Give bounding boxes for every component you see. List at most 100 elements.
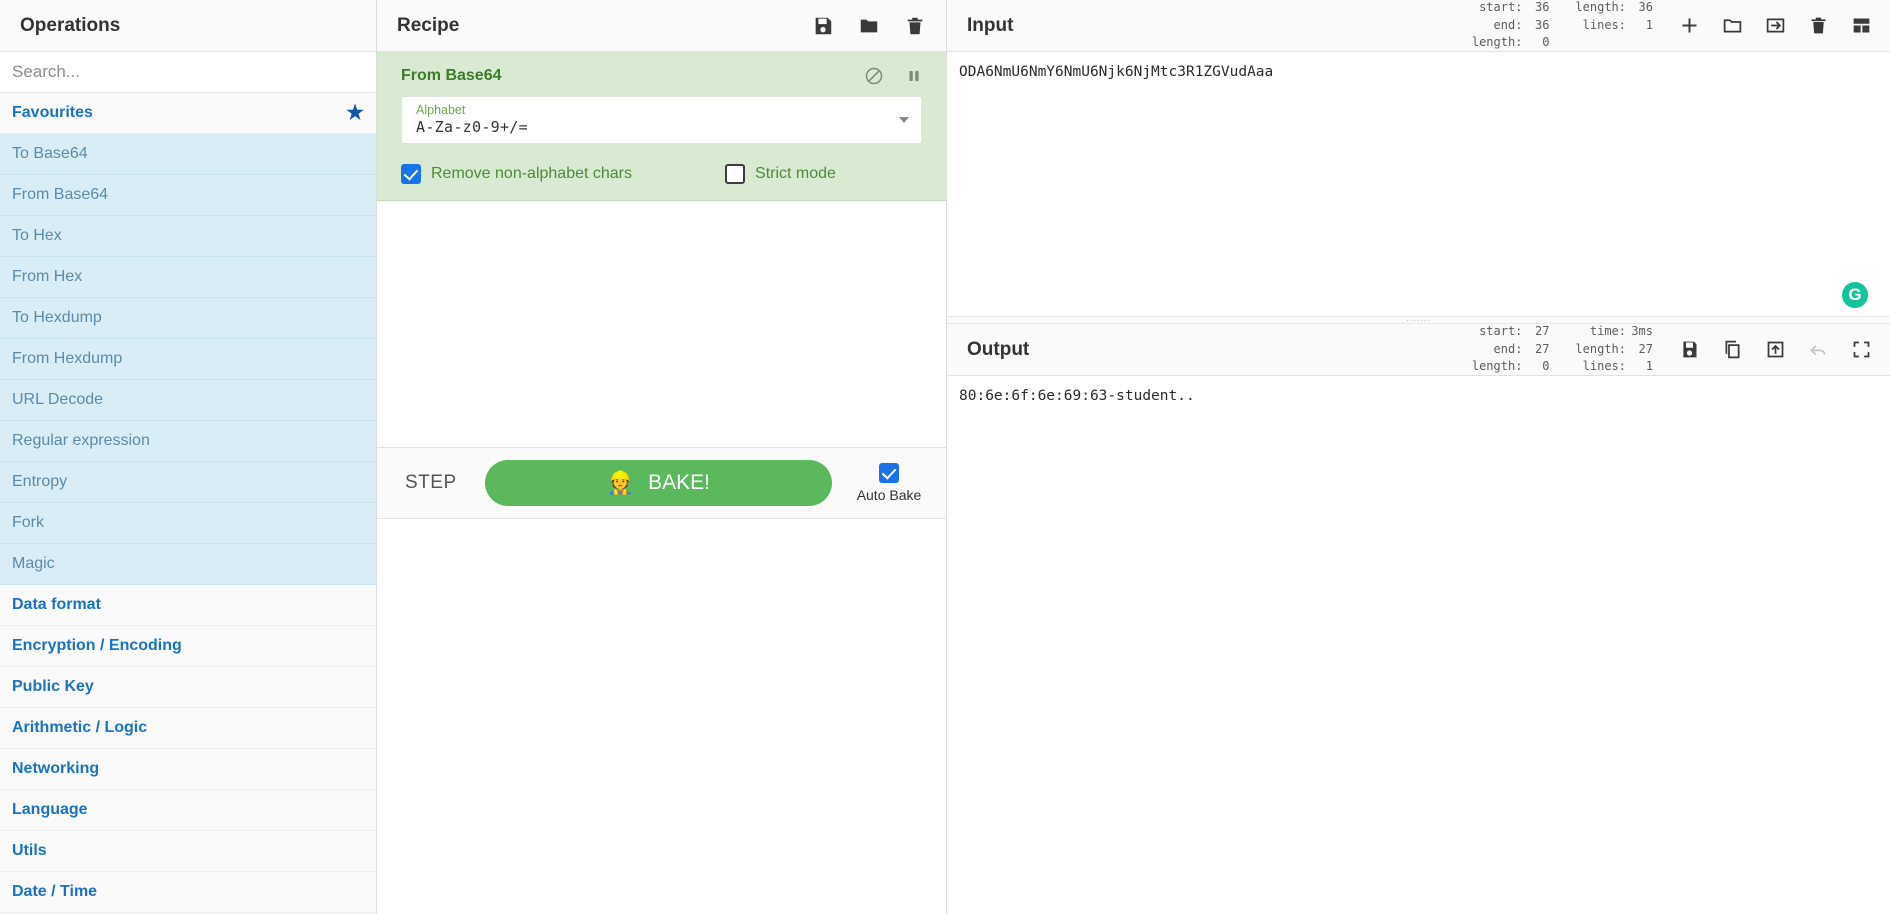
recipe-body[interactable]: From Base64 Alphabet A-Za-z0-9+/= Remove…	[377, 52, 946, 447]
step-button[interactable]: STEP	[395, 466, 467, 500]
output-header: Output start: 27 end: 27 length: 0 time: 3ms le…	[947, 324, 1890, 376]
grammarly-icon[interactable]: G	[1842, 282, 1868, 308]
category-header[interactable]: Encryption / Encoding	[0, 626, 376, 667]
tabs-icon[interactable]	[1851, 15, 1872, 36]
strict-mode-checkbox[interactable]	[725, 164, 746, 184]
operation-item[interactable]: Fork	[0, 503, 376, 544]
operation-item[interactable]: Magic	[0, 544, 376, 585]
alphabet-label: Alphabet	[416, 102, 466, 117]
folder-icon[interactable]	[1722, 15, 1743, 36]
open-folder-as-input-icon[interactable]	[1765, 15, 1786, 36]
operation-item[interactable]: From Base64	[0, 175, 376, 216]
auto-bake-group[interactable]: Auto Bake	[850, 463, 928, 503]
stat-line: lines: 1	[1575, 17, 1653, 34]
favourites-items: To Base64 From Base64 To Hex From Hex To Hex…	[0, 134, 376, 585]
category-header[interactable]: Networking	[0, 749, 376, 790]
stat-key: end:	[1493, 17, 1523, 32]
operation-name: From Base64	[401, 67, 502, 84]
operation-item[interactable]: To Hex	[0, 216, 376, 257]
disable-icon[interactable]	[864, 66, 884, 86]
output-title: Output	[967, 338, 1030, 360]
category-header[interactable]: Public Key	[0, 667, 376, 708]
chevron-down-icon[interactable]	[899, 117, 909, 123]
category-favourites-label: Favourites	[12, 104, 93, 121]
operation-item[interactable]: From Hexdump	[0, 339, 376, 380]
stat-line: end: 27	[1472, 341, 1550, 358]
operation-item[interactable]: From Hex	[0, 257, 376, 298]
stat-value: 1	[1645, 17, 1653, 32]
stat-line: length: 36	[1575, 0, 1653, 17]
plus-icon[interactable]	[1679, 15, 1700, 36]
stat-value: 0	[1542, 359, 1550, 374]
recipe-operation-from-base64[interactable]: From Base64 Alphabet A-Za-z0-9+/= Remove…	[377, 52, 946, 201]
replace-input-icon[interactable]	[1765, 339, 1786, 360]
output-section: Output start: 27 end: 27 length: 0 time: 3ms le…	[947, 324, 1890, 914]
category-header[interactable]: Date / Time	[0, 872, 376, 913]
stat-key: end:	[1493, 341, 1523, 356]
stat-line: length: 0	[1472, 34, 1550, 51]
category-label: Utils	[12, 842, 47, 859]
trash-icon[interactable]	[1808, 15, 1829, 36]
category-header[interactable]: Data format	[0, 585, 376, 626]
category-favourites[interactable]: Favourites ★	[0, 93, 376, 134]
input-title: Input	[967, 14, 1014, 36]
breakpoint-icon[interactable]	[904, 66, 924, 86]
maximise-icon[interactable]	[1851, 339, 1872, 360]
category-header[interactable]: Utils	[0, 831, 376, 872]
input-textarea[interactable]: ODA6NmU6NmY6NmU6Njk6NjMtc3R1ZGVudAaa	[947, 52, 1890, 316]
stat-value: 36	[1534, 17, 1550, 32]
operation-item[interactable]: To Base64	[0, 134, 376, 175]
stat-key: length:	[1575, 341, 1626, 356]
strict-mode-label[interactable]: Strict mode	[755, 165, 836, 183]
strict-mode-group[interactable]: Strict mode	[725, 164, 836, 184]
stat-value: 0	[1542, 35, 1550, 50]
bake-button[interactable]: 👷 BAKE!	[484, 460, 832, 506]
save-icon[interactable]	[1679, 339, 1700, 360]
folder-icon[interactable]	[858, 15, 880, 37]
stat-key: start:	[1479, 0, 1523, 15]
trash-icon[interactable]	[904, 15, 926, 37]
alphabet-value: A-Za-z0-9+/=	[416, 118, 528, 137]
category-label: Public Key	[12, 678, 94, 695]
stat-key: length:	[1575, 0, 1626, 15]
stat-line: time: 3ms	[1575, 323, 1653, 340]
category-items: Data format Encryption / Encoding Public K…	[0, 585, 376, 913]
operation-item[interactable]: Regular expression	[0, 421, 376, 462]
stat-key: length:	[1471, 35, 1523, 50]
alphabet-field[interactable]: Alphabet A-Za-z0-9+/=	[401, 96, 922, 144]
recipe-pane: Recipe From Base64 Alphabet A-Za-z0-9+/=…	[377, 0, 947, 914]
output-stats: start: 27 end: 27 length: 0 time: 3ms length: 27…	[1472, 323, 1653, 375]
stat-key: lines:	[1582, 17, 1626, 32]
copy-icon[interactable]	[1722, 339, 1743, 360]
search-input[interactable]	[0, 52, 376, 92]
star-icon: ★	[346, 102, 364, 124]
category-header[interactable]: Arithmetic / Logic	[0, 708, 376, 749]
output-stats-col1: start: 27 end: 27 length: 0	[1472, 323, 1550, 375]
category-header[interactable]: Language	[0, 790, 376, 831]
operations-pane: Operations Favourites ★ To Base64From Ba…	[0, 0, 377, 914]
remove-non-alphabet-chars-label[interactable]: Remove non-alphabet chars	[431, 165, 632, 183]
stat-value: 27	[1638, 341, 1653, 356]
stat-key: time:	[1589, 324, 1626, 339]
remove-non-alphabet-chars-checkbox[interactable]	[401, 164, 421, 184]
output-text-line: 80:6e:6f:6e:69:63-student..	[959, 388, 1195, 404]
stat-key: start:	[1479, 324, 1523, 339]
operation-checkbox-row: Remove non-alphabet chars Strict mode	[377, 156, 946, 184]
remove-non-alphabet-chars-group[interactable]: Remove non-alphabet chars	[401, 164, 632, 184]
save-icon[interactable]	[812, 15, 834, 37]
io-splitter[interactable]: ∙∙∙∙∙∙∙	[947, 315, 1890, 324]
auto-bake-checkbox[interactable]	[879, 463, 899, 483]
stat-value: 27	[1534, 341, 1550, 356]
undo-icon[interactable]	[1808, 339, 1829, 360]
recipe-header-icons	[812, 15, 926, 37]
category-label: Date / Time	[12, 883, 98, 900]
operation-item[interactable]: To Hexdump	[0, 298, 376, 339]
stat-line: end: 36	[1472, 17, 1550, 34]
operation-header: From Base64	[377, 62, 946, 96]
input-stats: start: 36 end: 36 length: 0 length: 36 lines: 1	[1472, 0, 1653, 52]
auto-bake-label[interactable]: Auto Bake	[857, 487, 922, 503]
operations-list: Favourites ★ To Base64 From Base64 To Hex F…	[0, 93, 376, 914]
output-textarea[interactable]: 80:6e:6f:6e:69:63-student..	[947, 376, 1890, 914]
operation-item[interactable]: Entropy	[0, 462, 376, 503]
operation-item[interactable]: URL Decode	[0, 380, 376, 421]
